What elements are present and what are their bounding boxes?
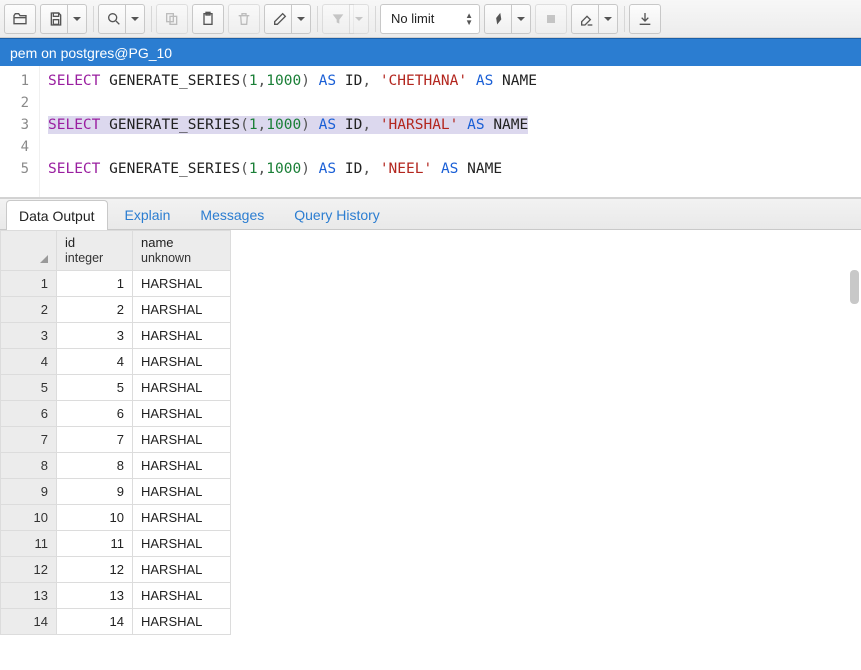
- row-number[interactable]: 13: [1, 582, 57, 608]
- table-row[interactable]: 66HARSHAL: [1, 400, 231, 426]
- table-row[interactable]: 44HARSHAL: [1, 348, 231, 374]
- table-row[interactable]: 88HARSHAL: [1, 452, 231, 478]
- separator: [624, 6, 625, 32]
- stepper-icon: ▲▼: [465, 12, 473, 26]
- toolbar: No limit ▲▼: [0, 0, 861, 38]
- stop-button[interactable]: [535, 4, 567, 34]
- cell-name[interactable]: HARSHAL: [133, 504, 231, 530]
- separator: [93, 6, 94, 32]
- cell-name[interactable]: HARSHAL: [133, 582, 231, 608]
- line-gutter: 12345: [0, 66, 40, 197]
- cell-id[interactable]: 5: [57, 374, 133, 400]
- cell-name[interactable]: HARSHAL: [133, 530, 231, 556]
- cell-id[interactable]: 6: [57, 400, 133, 426]
- row-number[interactable]: 8: [1, 452, 57, 478]
- tab-messages[interactable]: Messages: [187, 199, 277, 229]
- separator: [151, 6, 152, 32]
- table-row[interactable]: 11HARSHAL: [1, 270, 231, 296]
- scrollbar-thumb[interactable]: [850, 270, 859, 304]
- execute-dropdown[interactable]: [511, 4, 531, 34]
- table-row[interactable]: 1414HARSHAL: [1, 608, 231, 634]
- cell-name[interactable]: HARSHAL: [133, 556, 231, 582]
- sql-editor[interactable]: 12345 SELECT GENERATE_SERIES(1,1000) AS …: [0, 66, 861, 198]
- cell-name[interactable]: HARSHAL: [133, 322, 231, 348]
- table-row[interactable]: 55HARSHAL: [1, 374, 231, 400]
- table-row[interactable]: 1212HARSHAL: [1, 556, 231, 582]
- paste-button[interactable]: [192, 4, 224, 34]
- code-area[interactable]: SELECT GENERATE_SERIES(1,1000) AS ID, 'C…: [40, 66, 861, 197]
- cell-id[interactable]: 7: [57, 426, 133, 452]
- row-number[interactable]: 11: [1, 530, 57, 556]
- row-number[interactable]: 12: [1, 556, 57, 582]
- tab-query-history[interactable]: Query History: [281, 199, 393, 229]
- row-number[interactable]: 5: [1, 374, 57, 400]
- connection-titlebar: pem on postgres@PG_10: [0, 38, 861, 66]
- connection-label: pem on postgres@PG_10: [10, 45, 172, 61]
- tab-data-output[interactable]: Data Output: [6, 200, 108, 230]
- grid-corner[interactable]: [1, 231, 57, 271]
- cell-id[interactable]: 13: [57, 582, 133, 608]
- cell-id[interactable]: 4: [57, 348, 133, 374]
- find-dropdown[interactable]: [125, 4, 145, 34]
- copy-button[interactable]: [156, 4, 188, 34]
- download-button[interactable]: [629, 4, 661, 34]
- table-row[interactable]: 33HARSHAL: [1, 322, 231, 348]
- cell-name[interactable]: HARSHAL: [133, 478, 231, 504]
- table-row[interactable]: 99HARSHAL: [1, 478, 231, 504]
- clear-dropdown[interactable]: [598, 4, 618, 34]
- cell-id[interactable]: 2: [57, 296, 133, 322]
- table-row[interactable]: 1111HARSHAL: [1, 530, 231, 556]
- cell-name[interactable]: HARSHAL: [133, 608, 231, 634]
- filter-dropdown[interactable]: [349, 4, 369, 34]
- row-number[interactable]: 9: [1, 478, 57, 504]
- edit-dropdown[interactable]: [291, 4, 311, 34]
- table-row[interactable]: 77HARSHAL: [1, 426, 231, 452]
- row-number[interactable]: 2: [1, 296, 57, 322]
- cell-id[interactable]: 1: [57, 270, 133, 296]
- table-row[interactable]: 1313HARSHAL: [1, 582, 231, 608]
- row-number[interactable]: 6: [1, 400, 57, 426]
- results-tabs: Data Output Explain Messages Query Histo…: [0, 198, 861, 230]
- row-limit-label: No limit: [391, 11, 434, 26]
- cell-name[interactable]: HARSHAL: [133, 348, 231, 374]
- cell-id[interactable]: 11: [57, 530, 133, 556]
- cell-id[interactable]: 10: [57, 504, 133, 530]
- table-row[interactable]: 22HARSHAL: [1, 296, 231, 322]
- save-dropdown[interactable]: [67, 4, 87, 34]
- cell-name[interactable]: HARSHAL: [133, 400, 231, 426]
- tab-explain[interactable]: Explain: [112, 199, 184, 229]
- row-number[interactable]: 7: [1, 426, 57, 452]
- row-number[interactable]: 14: [1, 608, 57, 634]
- cell-id[interactable]: 9: [57, 478, 133, 504]
- column-header-id[interactable]: idinteger: [57, 231, 133, 271]
- delete-button[interactable]: [228, 4, 260, 34]
- open-file-button[interactable]: [4, 4, 36, 34]
- cell-id[interactable]: 3: [57, 322, 133, 348]
- row-number[interactable]: 1: [1, 270, 57, 296]
- separator: [375, 6, 376, 32]
- cell-name[interactable]: HARSHAL: [133, 452, 231, 478]
- row-number[interactable]: 4: [1, 348, 57, 374]
- cell-name[interactable]: HARSHAL: [133, 270, 231, 296]
- cell-name[interactable]: HARSHAL: [133, 374, 231, 400]
- row-number[interactable]: 3: [1, 322, 57, 348]
- cell-id[interactable]: 14: [57, 608, 133, 634]
- row-limit-select[interactable]: No limit ▲▼: [380, 4, 480, 34]
- separator: [317, 6, 318, 32]
- results-grid-wrap: idinteger nameunknown 11HARSHAL22HARSHAL…: [0, 230, 861, 670]
- table-row[interactable]: 1010HARSHAL: [1, 504, 231, 530]
- cell-name[interactable]: HARSHAL: [133, 296, 231, 322]
- cell-name[interactable]: HARSHAL: [133, 426, 231, 452]
- cell-id[interactable]: 12: [57, 556, 133, 582]
- cell-id[interactable]: 8: [57, 452, 133, 478]
- column-header-name[interactable]: nameunknown: [133, 231, 231, 271]
- results-grid[interactable]: idinteger nameunknown 11HARSHAL22HARSHAL…: [0, 230, 231, 635]
- row-number[interactable]: 10: [1, 504, 57, 530]
